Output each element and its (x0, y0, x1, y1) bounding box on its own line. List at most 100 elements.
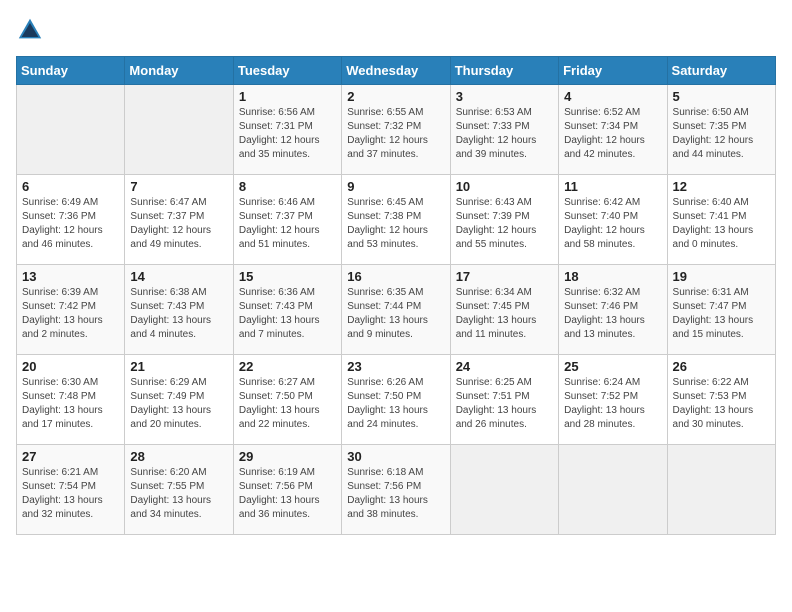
day-info: Sunrise: 6:45 AMSunset: 7:38 PMDaylight:… (347, 196, 444, 252)
calendar-header: SundayMondayTuesdayWednesdayThursdayFrid… (17, 57, 776, 85)
calendar-week-row: 13 Sunrise: 6:39 AMSunset: 7:42 PMDayligh… (17, 265, 776, 355)
day-number: 19 (673, 269, 770, 284)
calendar-cell: 5 Sunrise: 6:50 AMSunset: 7:35 PMDaylight… (667, 85, 775, 175)
calendar-cell: 4Sunrise: 6:52 AMSunset: 7:34 PMDaylight… (559, 85, 667, 175)
day-info: Sunrise: 6:27 AMSunset: 7:50 PMDaylight:… (239, 376, 336, 432)
day-number: 1 (239, 89, 336, 104)
calendar-cell: 23 Sunrise: 6:26 AMSunset: 7:50 PMDayligh… (342, 355, 450, 445)
day-number: 30 (347, 449, 444, 464)
day-info: Sunrise: 6:36 AMSunset: 7:43 PMDaylight:… (239, 286, 336, 342)
calendar-cell: 21 Sunrise: 6:29 AMSunset: 7:49 PMDayligh… (125, 355, 233, 445)
day-number: 28 (130, 449, 227, 464)
calendar-cell: 6 Sunrise: 6:49 AMSunset: 7:36 PMDaylight… (17, 175, 125, 265)
day-number: 21 (130, 359, 227, 374)
calendar-cell: 7 Sunrise: 6:47 AMSunset: 7:37 PMDaylight… (125, 175, 233, 265)
day-info: Sunrise: 6:30 AMSunset: 7:48 PMDaylight:… (22, 376, 119, 432)
calendar-cell: 30Sunrise: 6:18 AMSunset: 7:56 PMDayligh… (342, 445, 450, 535)
day-info: Sunrise: 6:53 AMSunset: 7:33 PMDaylight:… (456, 106, 553, 162)
day-number: 6 (22, 179, 119, 194)
day-number: 26 (673, 359, 770, 374)
day-info: Sunrise: 6:29 AMSunset: 7:49 PMDaylight:… (130, 376, 227, 432)
calendar-cell: 15 Sunrise: 6:36 AMSunset: 7:43 PMDayligh… (233, 265, 341, 355)
calendar-week-row: 20 Sunrise: 6:30 AMSunset: 7:48 PMDayligh… (17, 355, 776, 445)
day-info: Sunrise: 6:24 AMSunset: 7:52 PMDaylight:… (564, 376, 661, 432)
day-number: 13 (22, 269, 119, 284)
day-info: Sunrise: 6:26 AMSunset: 7:50 PMDaylight:… (347, 376, 444, 432)
calendar-week-row: 1 Sunrise: 6:56 AMSunset: 7:31 PMDaylight… (17, 85, 776, 175)
day-info: Sunrise: 6:52 AMSunset: 7:34 PMDaylight:… (564, 106, 661, 162)
calendar-cell: 14 Sunrise: 6:38 AMSunset: 7:43 PMDayligh… (125, 265, 233, 355)
calendar-cell (17, 85, 125, 175)
day-number: 11 (564, 179, 661, 194)
calendar-cell: 17 Sunrise: 6:34 AMSunset: 7:45 PMDayligh… (450, 265, 558, 355)
page-header (16, 16, 776, 44)
weekday-header: Monday (125, 57, 233, 85)
weekday-header: Sunday (17, 57, 125, 85)
calendar-week-row: 27 Sunrise: 6:21 AMSunset: 7:54 PMDayligh… (17, 445, 776, 535)
day-info: Sunrise: 6:56 AMSunset: 7:31 PMDaylight:… (239, 106, 336, 162)
day-info: Sunrise: 6:49 AMSunset: 7:36 PMDaylight:… (22, 196, 119, 252)
day-info: Sunrise: 6:40 AMSunset: 7:41 PMDaylight:… (673, 196, 770, 252)
day-number: 5 (673, 89, 770, 104)
calendar-cell: 2 Sunrise: 6:55 AMSunset: 7:32 PMDaylight… (342, 85, 450, 175)
day-info: Sunrise: 6:46 AMSunset: 7:37 PMDaylight:… (239, 196, 336, 252)
calendar-cell: 8 Sunrise: 6:46 AMSunset: 7:37 PMDaylight… (233, 175, 341, 265)
calendar-table: SundayMondayTuesdayWednesdayThursdayFrid… (16, 56, 776, 535)
day-number: 27 (22, 449, 119, 464)
day-info: Sunrise: 6:35 AMSunset: 7:44 PMDaylight:… (347, 286, 444, 342)
day-number: 20 (22, 359, 119, 374)
day-info: Sunrise: 6:43 AMSunset: 7:39 PMDaylight:… (456, 196, 553, 252)
day-number: 2 (347, 89, 444, 104)
calendar-cell: 25Sunrise: 6:24 AMSunset: 7:52 PMDayligh… (559, 355, 667, 445)
day-info: Sunrise: 6:31 AMSunset: 7:47 PMDaylight:… (673, 286, 770, 342)
day-info: Sunrise: 6:39 AMSunset: 7:42 PMDaylight:… (22, 286, 119, 342)
weekday-header: Friday (559, 57, 667, 85)
day-info: Sunrise: 6:32 AMSunset: 7:46 PMDaylight:… (564, 286, 661, 342)
calendar-cell: 28 Sunrise: 6:20 AMSunset: 7:55 PMDayligh… (125, 445, 233, 535)
day-number: 9 (347, 179, 444, 194)
day-number: 17 (456, 269, 553, 284)
calendar-cell (125, 85, 233, 175)
calendar-cell: 13 Sunrise: 6:39 AMSunset: 7:42 PMDayligh… (17, 265, 125, 355)
day-number: 12 (673, 179, 770, 194)
day-info: Sunrise: 6:20 AMSunset: 7:55 PMDaylight:… (130, 466, 227, 522)
logo (16, 16, 48, 44)
calendar-body: 1 Sunrise: 6:56 AMSunset: 7:31 PMDaylight… (17, 85, 776, 535)
day-number: 24 (456, 359, 553, 374)
calendar-cell: 18 Sunrise: 6:32 AMSunset: 7:46 PMDayligh… (559, 265, 667, 355)
day-number: 14 (130, 269, 227, 284)
day-info: Sunrise: 6:21 AMSunset: 7:54 PMDaylight:… (22, 466, 119, 522)
calendar-cell (559, 445, 667, 535)
day-info: Sunrise: 6:19 AMSunset: 7:56 PMDaylight:… (239, 466, 336, 522)
day-number: 8 (239, 179, 336, 194)
day-info: Sunrise: 6:50 AMSunset: 7:35 PMDaylight:… (673, 106, 770, 162)
calendar-week-row: 6 Sunrise: 6:49 AMSunset: 7:36 PMDaylight… (17, 175, 776, 265)
day-number: 18 (564, 269, 661, 284)
day-info: Sunrise: 6:42 AMSunset: 7:40 PMDaylight:… (564, 196, 661, 252)
day-number: 29 (239, 449, 336, 464)
calendar-cell: 29 Sunrise: 6:19 AMSunset: 7:56 PMDayligh… (233, 445, 341, 535)
calendar-cell: 19 Sunrise: 6:31 AMSunset: 7:47 PMDayligh… (667, 265, 775, 355)
day-info: Sunrise: 6:47 AMSunset: 7:37 PMDaylight:… (130, 196, 227, 252)
calendar-cell (667, 445, 775, 535)
day-info: Sunrise: 6:25 AMSunset: 7:51 PMDaylight:… (456, 376, 553, 432)
day-number: 15 (239, 269, 336, 284)
calendar-cell: 24 Sunrise: 6:25 AMSunset: 7:51 PMDayligh… (450, 355, 558, 445)
calendar-cell: 1 Sunrise: 6:56 AMSunset: 7:31 PMDaylight… (233, 85, 341, 175)
day-info: Sunrise: 6:34 AMSunset: 7:45 PMDaylight:… (456, 286, 553, 342)
day-info: Sunrise: 6:22 AMSunset: 7:53 PMDaylight:… (673, 376, 770, 432)
day-info: Sunrise: 6:55 AMSunset: 7:32 PMDaylight:… (347, 106, 444, 162)
calendar-cell: 9 Sunrise: 6:45 AMSunset: 7:38 PMDaylight… (342, 175, 450, 265)
calendar-cell: 12 Sunrise: 6:40 AMSunset: 7:41 PMDayligh… (667, 175, 775, 265)
day-number: 7 (130, 179, 227, 194)
day-number: 3 (456, 89, 553, 104)
day-number: 22 (239, 359, 336, 374)
day-info: Sunrise: 6:38 AMSunset: 7:43 PMDaylight:… (130, 286, 227, 342)
calendar-cell: 16Sunrise: 6:35 AMSunset: 7:44 PMDayligh… (342, 265, 450, 355)
day-number: 23 (347, 359, 444, 374)
logo-icon (16, 16, 44, 44)
day-number: 10 (456, 179, 553, 194)
calendar-cell: 27 Sunrise: 6:21 AMSunset: 7:54 PMDayligh… (17, 445, 125, 535)
calendar-cell: 10 Sunrise: 6:43 AMSunset: 7:39 PMDayligh… (450, 175, 558, 265)
calendar-cell: 20 Sunrise: 6:30 AMSunset: 7:48 PMDayligh… (17, 355, 125, 445)
